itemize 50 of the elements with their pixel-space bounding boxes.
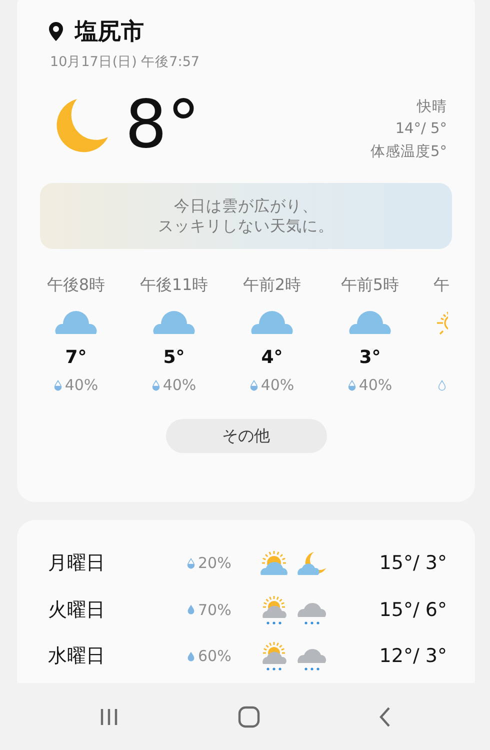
raindrop-icon [54,380,62,390]
day-temperature-range: 12°/ 3° [379,645,447,668]
precipitation-chance: 40% [358,376,392,394]
summary-line: スッキリしない天気に。 [158,216,334,236]
moon-cloud-icon [297,550,327,576]
cloud-icon [250,311,294,335]
raindrop-icon [187,558,195,569]
raindrop-icon [152,380,160,390]
cloud-icon [152,311,196,335]
precipitation-chance: 70% [198,600,232,619]
cloud-icon [348,311,392,335]
precipitation-chance: 20% [198,554,232,572]
sun-cloud-icon [259,550,289,576]
hour-label: 午 [434,275,450,296]
home-icon[interactable] [238,706,260,728]
day-temperature-range: 15°/ 6° [379,598,447,621]
hour-temperature: 7° [65,347,87,370]
city-name: 塩尻市 [75,18,144,47]
day-name: 火曜日 [48,598,106,623]
location-pin-icon [49,22,63,41]
precipitation-chance: 40% [64,376,98,394]
more-button[interactable]: その他 [166,419,326,453]
day-name: 月曜日 [48,551,106,576]
feels-like: 体感温度5° [370,142,447,161]
date-time: 10月17日(日) 午後7:57 [49,53,200,71]
hour-label: 午後11時 [140,275,208,296]
precipitation-chance: 40% [162,376,196,394]
day-temperature-range: 15°/ 3° [379,552,447,574]
current-temperature: 8° [125,92,200,158]
precipitation-chance: 40% [260,376,294,394]
hour-temperature: 3° [359,347,381,370]
hour-temperature: 5° [163,347,185,370]
raindrop-icon [348,380,356,390]
hour-label: 午前5時 [340,275,400,296]
hour-temperature: 4° [261,347,283,370]
back-icon[interactable] [378,706,391,726]
raindrop-icon [438,380,446,390]
recent-apps-icon[interactable] [99,708,120,726]
precipitation-chance: 60% [198,647,232,666]
raindrop-icon [187,604,195,616]
sun-icon [436,309,448,337]
summary-line: 今日は雲が広がり、 [174,196,318,216]
cloud-icon [54,311,98,335]
day-name: 水曜日 [48,644,106,670]
hour-label: 午後8時 [46,275,106,296]
high-low-temperature: 14°/ 5° [395,121,447,137]
hour-label: 午前2時 [242,275,302,296]
raindrop-icon [250,380,258,390]
raindrop-icon [187,650,195,662]
condition: 快晴 [417,98,447,116]
